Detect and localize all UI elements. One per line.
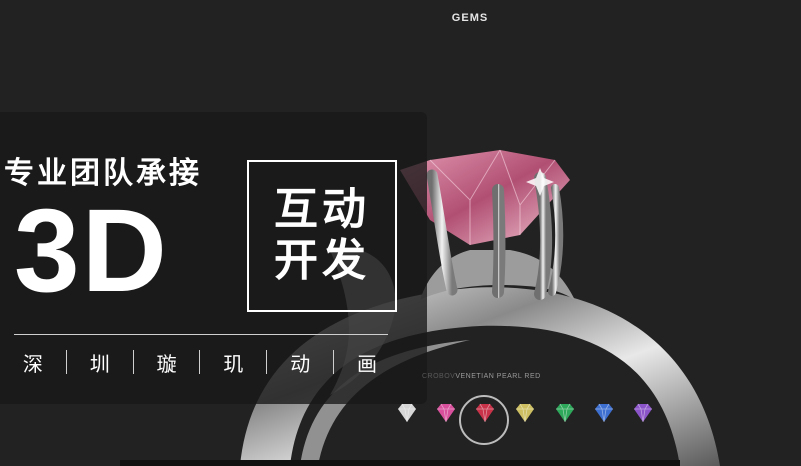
promo-box-line-2: 开发	[274, 236, 370, 285]
promo-studio-name: 深 圳 璇 玑 动 画	[0, 348, 400, 376]
diamond-icon	[398, 403, 416, 423]
gem-option-7[interactable]	[630, 402, 656, 424]
gem-name-current: VENETIAN PEARL RED	[455, 373, 541, 380]
studio-char: 玑	[223, 353, 244, 376]
promo-box: 互动 开发	[247, 160, 397, 312]
gem-name-faded: CROBOV	[422, 373, 456, 380]
diamond-icon	[634, 403, 652, 423]
studio-char: 圳	[89, 353, 110, 376]
studio-char: 画	[357, 353, 378, 376]
gem-option-3[interactable]	[472, 402, 498, 424]
studio-char: 深	[22, 353, 43, 376]
diamond-icon	[556, 403, 574, 423]
gem-option-6[interactable]	[591, 402, 617, 424]
diamond-icon	[437, 403, 455, 423]
gem-picker	[390, 396, 670, 440]
gem-option-5[interactable]	[552, 402, 578, 424]
diamond-icon	[476, 403, 494, 423]
gem-name-label: CROBOVVENETIAN PEARL RED	[422, 373, 541, 380]
promo-box-line-1: 互动	[274, 185, 370, 235]
gem-option-1[interactable]	[394, 402, 420, 424]
diamond-icon	[595, 403, 613, 423]
ring-prong	[548, 184, 564, 296]
studio-char: 动	[290, 353, 311, 376]
ring-prong	[534, 172, 552, 300]
ring-prong	[492, 184, 506, 298]
product-viewer: GEMS 专业团队承接 3D 互动 开发 深 圳 璇 玑 动 画 CROBOVV…	[0, 0, 801, 466]
promo-3d-text: 3D	[14, 185, 169, 317]
studio-char: 璇	[156, 353, 177, 376]
diamond-icon	[516, 403, 534, 423]
promo-divider	[14, 334, 388, 335]
gem-option-4[interactable]	[512, 402, 538, 424]
gem-option-2[interactable]	[433, 402, 459, 424]
bottom-bar	[120, 460, 680, 466]
